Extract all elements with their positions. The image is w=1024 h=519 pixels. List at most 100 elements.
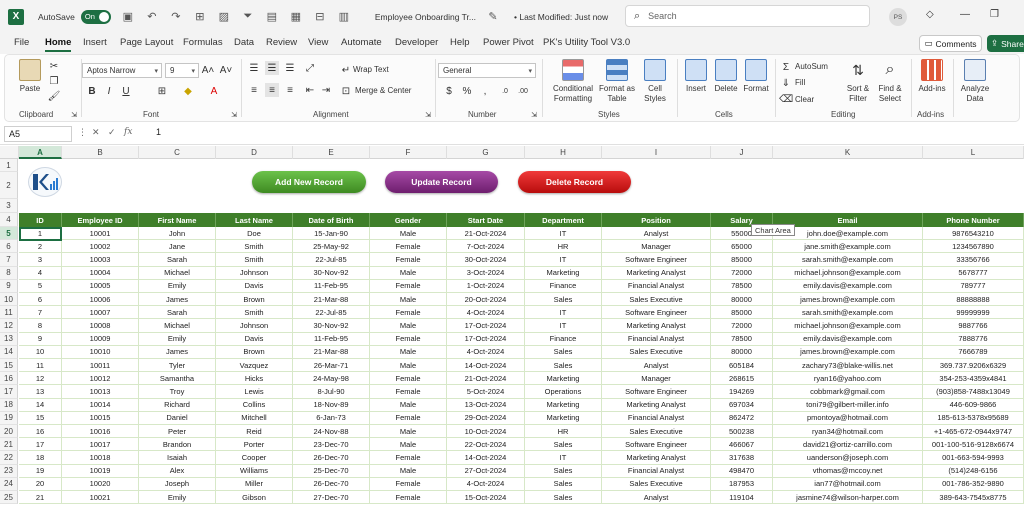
table-cell[interactable]: Finance (525, 332, 602, 346)
image-icon[interactable]: ▨ (217, 10, 231, 24)
table-cell[interactable]: Sarah (139, 253, 216, 267)
alignment-launcher-icon[interactable]: ⇲ (421, 108, 435, 122)
table-cell[interactable]: HR (525, 425, 602, 439)
align-bottom-icon[interactable]: ☰ (283, 61, 297, 75)
table-cell[interactable]: Reid (216, 425, 293, 439)
table-cell[interactable]: Manager (602, 372, 711, 386)
table-cell[interactable]: Female (370, 491, 447, 505)
row-header-24[interactable]: 24 (0, 477, 18, 491)
table-cell[interactable]: 21-Oct-2024 (447, 372, 525, 386)
row-header-12[interactable]: 12 (0, 319, 18, 333)
table-cell[interactable]: Female (370, 477, 447, 491)
table-cell[interactable]: Male (370, 438, 447, 452)
table-cell[interactable]: 10005 (62, 279, 139, 293)
table-cell[interactable]: Female (370, 411, 447, 425)
table-header-cell[interactable]: Gender (370, 213, 447, 227)
form-icon[interactable]: ▥ (337, 10, 351, 24)
clear-button[interactable]: Clear (795, 95, 814, 104)
table-cell[interactable]: Analyst (602, 491, 711, 505)
table-cell[interactable]: sarah.smith@example.com (773, 306, 923, 320)
table-cell[interactable]: 354-253-4359x4841 (923, 372, 1024, 386)
row-header-1[interactable]: 1 (0, 159, 18, 172)
table-cell[interactable]: 10006 (62, 293, 139, 307)
table-cell[interactable]: 29-Oct-2024 (447, 411, 525, 425)
table-cell[interactable]: Female (370, 372, 447, 386)
tab-help[interactable]: Help (450, 37, 470, 48)
table-cell[interactable]: 466067 (711, 438, 773, 452)
table-cell[interactable]: 12 (19, 372, 62, 386)
table-cell[interactable]: 72000 (711, 266, 773, 280)
table-cell[interactable]: Richard (139, 398, 216, 412)
column-header-a[interactable]: A (19, 146, 62, 159)
comma-icon[interactable]: , (478, 84, 492, 98)
column-header-f[interactable]: F (370, 146, 447, 159)
table-cell[interactable]: 10015 (62, 411, 139, 425)
table-header-cell[interactable]: Phone Number (923, 213, 1024, 227)
column-header-l[interactable]: L (923, 146, 1024, 159)
table-cell[interactable]: 268615 (711, 372, 773, 386)
table-header-cell[interactable]: Email (773, 213, 923, 227)
table-cell[interactable]: 10 (19, 345, 62, 359)
table-cell[interactable]: Troy (139, 385, 216, 399)
table-header-cell[interactable]: Department (525, 213, 602, 227)
sort-filter-button[interactable]: ⇅ Sort & Filter (843, 59, 873, 104)
comments-button[interactable]: ▭ Comments (919, 35, 982, 52)
table-cell[interactable]: Joseph (139, 477, 216, 491)
table-cell[interactable]: 8-Jul-90 (293, 385, 370, 399)
table-cell[interactable]: Male (370, 345, 447, 359)
table-cell[interactable]: 10-Oct-2024 (447, 425, 525, 439)
row-header-25[interactable]: 25 (0, 491, 18, 505)
table-cell[interactable]: Sales Executive (602, 293, 711, 307)
column-header-h[interactable]: H (525, 146, 602, 159)
table-cell[interactable]: 10017 (62, 438, 139, 452)
column-header-j[interactable]: J (711, 146, 773, 159)
row-header-6[interactable]: 6 (0, 240, 18, 254)
increase-decimal-icon[interactable]: .0 (498, 84, 512, 98)
table-cell[interactable]: 389-643-7545x8775 (923, 491, 1024, 505)
row-header-11[interactable]: 11 (0, 306, 18, 320)
grid-icon[interactable]: ▦ (289, 10, 303, 24)
table-cell[interactable]: 500238 (711, 425, 773, 439)
table-cell[interactable]: 22-Jul-85 (293, 253, 370, 267)
table-cell[interactable]: 11-Feb-95 (293, 279, 370, 293)
borders-icon[interactable]: ⊞ (155, 84, 169, 98)
table-cell[interactable]: Marketing (525, 411, 602, 425)
table-cell[interactable]: Gibson (216, 491, 293, 505)
table-cell[interactable]: 10007 (62, 306, 139, 320)
table-cell[interactable]: Operations (525, 385, 602, 399)
fill-color-icon[interactable]: ◆ (181, 84, 195, 98)
table-cell[interactable]: 21-Mar-88 (293, 345, 370, 359)
table-cell[interactable]: 187953 (711, 477, 773, 491)
tab-automate[interactable]: Automate (341, 37, 382, 48)
table-cell[interactable]: Financial Analyst (602, 464, 711, 478)
table-cell[interactable]: 14-Oct-2024 (447, 451, 525, 465)
table-cell[interactable]: 17 (19, 438, 62, 452)
table-cell[interactable]: Analyst (602, 359, 711, 373)
table-cell[interactable]: Sales (525, 293, 602, 307)
table-cell[interactable]: 24-Nov-88 (293, 425, 370, 439)
table-cell[interactable]: 26-Dec-70 (293, 451, 370, 465)
align-top-icon[interactable]: ☰ (247, 61, 261, 75)
table-cell[interactable]: Marketing (525, 372, 602, 386)
table-cell[interactable]: Johnson (216, 319, 293, 333)
align-left-icon[interactable]: ≡ (247, 83, 261, 97)
table-header-cell[interactable]: Position (602, 213, 711, 227)
table-cell[interactable]: james.brown@example.com (773, 345, 923, 359)
table-cell[interactable]: 99999999 (923, 306, 1024, 320)
redo-icon[interactable]: ↷ (169, 10, 183, 24)
table-cell[interactable]: Isaiah (139, 451, 216, 465)
table-cell[interactable]: 18 (19, 451, 62, 465)
table-cell[interactable]: 10020 (62, 477, 139, 491)
table-header-cell[interactable]: ID (19, 213, 62, 227)
table-cell[interactable]: 10014 (62, 398, 139, 412)
tab-insert[interactable]: Insert (83, 37, 107, 48)
table-cell[interactable]: 10021 (62, 491, 139, 505)
table-cell[interactable]: Smith (216, 253, 293, 267)
update-record-button[interactable]: Update Record (385, 171, 498, 193)
tab-power-pivot[interactable]: Power Pivot (483, 37, 534, 48)
table-cell[interactable]: Male (370, 425, 447, 439)
table-cell[interactable]: Financial Analyst (602, 279, 711, 293)
table-cell[interactable]: 498470 (711, 464, 773, 478)
table-cell[interactable]: Michael (139, 319, 216, 333)
table-cell[interactable]: Male (370, 293, 447, 307)
